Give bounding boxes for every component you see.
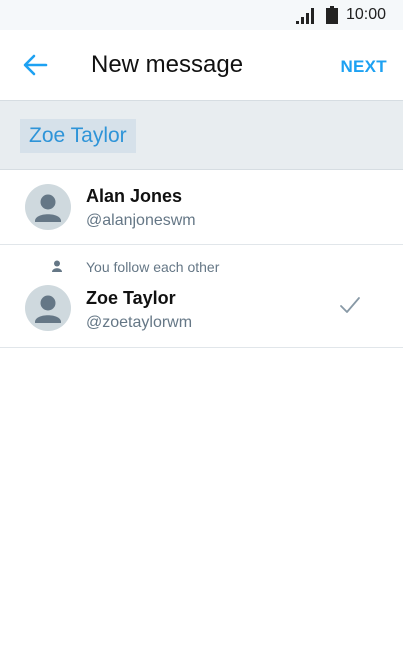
- relationship-context: You follow each other: [86, 259, 220, 275]
- status-time: 10:00: [346, 6, 387, 23]
- new-message-screen: 10:00 New message NEXT Zoe Taylor Alan J…: [0, 0, 403, 672]
- user-handle: @alanjoneswm: [86, 212, 196, 229]
- status-bar: 10:00: [0, 0, 403, 30]
- avatar: [25, 285, 71, 331]
- avatar: [25, 184, 71, 230]
- page-title: New message: [91, 51, 244, 78]
- checkmark-icon: [340, 297, 360, 313]
- user-list-item[interactable]: Alan Jones @alanjoneswm: [0, 171, 403, 245]
- user-name: Zoe Taylor: [86, 288, 176, 308]
- user-name: Alan Jones: [86, 186, 183, 206]
- user-handle: @zoetaylorwm: [86, 314, 193, 331]
- app-bar: New message NEXT: [0, 30, 403, 100]
- person-icon: [52, 260, 62, 272]
- recipient-field[interactable]: Zoe Taylor: [0, 100, 403, 170]
- recipient-chip[interactable]: Zoe Taylor: [20, 119, 136, 153]
- next-button[interactable]: NEXT: [340, 57, 387, 77]
- cell-signal-icon: [296, 8, 314, 24]
- arrow-left-icon: [23, 54, 48, 76]
- back-button[interactable]: [18, 50, 52, 80]
- user-list-item[interactable]: You follow each other Zoe Taylor @zoetay…: [0, 245, 403, 348]
- battery-icon: [326, 6, 338, 24]
